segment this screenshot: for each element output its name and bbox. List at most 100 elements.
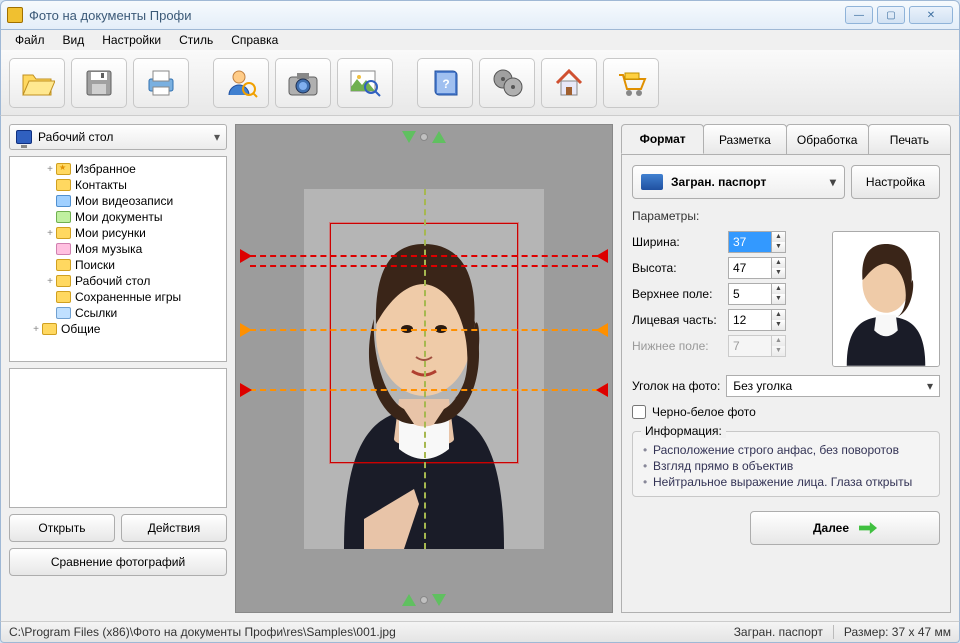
- info-box: Информация: Расположение строго анфас, б…: [632, 431, 940, 497]
- source-photo: [304, 189, 544, 549]
- spin-up[interactable]: ▲: [771, 284, 785, 294]
- toolbar-help[interactable]: ?: [417, 58, 473, 108]
- movie-reel-icon: [489, 65, 525, 101]
- open-button[interactable]: Открыть: [9, 514, 115, 542]
- preset-settings-button[interactable]: Настройка: [851, 165, 940, 199]
- toolbar-save[interactable]: [71, 58, 127, 108]
- save-icon: [81, 65, 117, 101]
- top-resize-handle[interactable]: [402, 131, 446, 143]
- tree-item[interactable]: +Избранное: [10, 161, 226, 177]
- tree-item[interactable]: Мои видеозаписи: [10, 193, 226, 209]
- label-bottom-margin: Нижнее поле:: [632, 339, 728, 353]
- marker-red-left-2[interactable]: [240, 383, 252, 397]
- preset-label: Загран. паспорт: [671, 175, 766, 189]
- vertical-center-guide: [424, 189, 426, 549]
- label-corner: Уголок на фото:: [632, 379, 720, 393]
- toolbar-zoom-image[interactable]: [337, 58, 393, 108]
- tab-format[interactable]: Формат: [621, 124, 704, 154]
- marker-red-right-2[interactable]: [596, 383, 608, 397]
- menu-help[interactable]: Справка: [223, 31, 286, 49]
- status-preset: Загран. паспорт: [734, 625, 823, 639]
- info-title: Информация:: [641, 424, 726, 438]
- compare-photos-button[interactable]: Сравнение фотографий: [9, 548, 227, 576]
- width-spinner[interactable]: ▲▼: [728, 231, 786, 253]
- menu-view[interactable]: Вид: [55, 31, 93, 49]
- marker-red-left[interactable]: [240, 249, 252, 263]
- toolbar-user-edit[interactable]: [213, 58, 269, 108]
- maximize-button[interactable]: ▢: [877, 6, 905, 24]
- close-button[interactable]: ✕: [909, 6, 953, 24]
- marker-orange-left-1[interactable]: [240, 323, 252, 337]
- tree-item[interactable]: Поиски: [10, 257, 226, 273]
- actions-button[interactable]: Действия: [121, 514, 227, 542]
- tree-item[interactable]: Сохраненные игры: [10, 289, 226, 305]
- photo-canvas[interactable]: [235, 124, 613, 613]
- spin-down[interactable]: ▼: [771, 268, 785, 278]
- main-area: Рабочий стол ▾ +Избранное Контакты Мои в…: [0, 116, 960, 621]
- chevron-down-icon: ▾: [830, 175, 836, 189]
- bottom-resize-handle[interactable]: [402, 594, 446, 606]
- bw-checkbox[interactable]: [632, 405, 646, 419]
- toolbar-open-folder[interactable]: [9, 58, 65, 108]
- corner-select[interactable]: Без уголка ▾: [726, 375, 940, 397]
- label-height: Высота:: [632, 261, 728, 275]
- height-spinner[interactable]: ▲▼: [728, 257, 786, 279]
- folder-icon: [56, 259, 71, 271]
- spin-up[interactable]: ▲: [771, 310, 785, 320]
- tab-processing[interactable]: Обработка: [786, 124, 869, 154]
- corner-value: Без уголка: [733, 379, 792, 393]
- menu-settings[interactable]: Настройки: [94, 31, 169, 49]
- width-input[interactable]: [729, 232, 771, 252]
- tree-item[interactable]: +Общие: [10, 321, 226, 337]
- spin-up[interactable]: ▲: [771, 258, 785, 268]
- folder-icon: [56, 227, 71, 239]
- bottom-margin-input: [729, 336, 771, 356]
- home-icon: [551, 65, 587, 101]
- spin-down[interactable]: ▼: [771, 242, 785, 252]
- tree-item[interactable]: Мои документы: [10, 209, 226, 225]
- window-title: Фото на документы Профи: [29, 8, 845, 23]
- tab-format-content: Загран. паспорт ▾ Настройка Параметры: Ш…: [621, 154, 951, 613]
- marker-orange-right-1[interactable]: [596, 323, 608, 337]
- status-path: C:\Program Files (x86)\Фото на документы…: [9, 625, 396, 639]
- folder-icon: [56, 243, 71, 255]
- spin-down[interactable]: ▼: [771, 320, 785, 330]
- info-item: Нейтральное выражение лица. Глаза открыт…: [641, 474, 931, 490]
- guide-top-head: [250, 255, 598, 257]
- open-folder-icon: [19, 65, 55, 101]
- marker-red-right[interactable]: [596, 249, 608, 263]
- folder-tree[interactable]: +Избранное Контакты Мои видеозаписи Мои …: [9, 156, 227, 362]
- toolbar-camera[interactable]: [275, 58, 331, 108]
- settings-panel: Формат Разметка Обработка Печать Загран.…: [621, 124, 951, 613]
- spin-down[interactable]: ▼: [771, 294, 785, 304]
- label-top-margin: Верхнее поле:: [632, 287, 728, 301]
- face-spinner[interactable]: ▲▼: [728, 309, 786, 331]
- spin-up[interactable]: ▲: [771, 232, 785, 242]
- next-button[interactable]: Далее: [750, 511, 940, 545]
- status-bar: C:\Program Files (x86)\Фото на документы…: [0, 621, 960, 643]
- top-margin-input[interactable]: [729, 284, 771, 304]
- height-input[interactable]: [729, 258, 771, 278]
- info-item: Взгляд прямо в объектив: [641, 458, 931, 474]
- title-bar: Фото на документы Профи ― ▢ ✕: [0, 0, 960, 30]
- label-width: Ширина:: [632, 235, 728, 249]
- menu-style[interactable]: Стиль: [171, 31, 221, 49]
- toolbar-home[interactable]: [541, 58, 597, 108]
- format-preset-select[interactable]: Загран. паспорт ▾: [632, 165, 845, 199]
- toolbar-print[interactable]: [133, 58, 189, 108]
- toolbar-video[interactable]: [479, 58, 535, 108]
- tab-layout[interactable]: Разметка: [703, 124, 786, 154]
- tree-item[interactable]: Моя музыка: [10, 241, 226, 257]
- face-input[interactable]: [729, 310, 771, 330]
- bw-label: Черно-белое фото: [652, 405, 756, 419]
- toolbar-cart[interactable]: [603, 58, 659, 108]
- top-margin-spinner[interactable]: ▲▼: [728, 283, 786, 305]
- tab-print[interactable]: Печать: [868, 124, 951, 154]
- tree-item[interactable]: Контакты: [10, 177, 226, 193]
- tree-item[interactable]: +Мои рисунки: [10, 225, 226, 241]
- menu-file[interactable]: Файл: [7, 31, 53, 49]
- tree-item[interactable]: Ссылки: [10, 305, 226, 321]
- tree-item[interactable]: +Рабочий стол: [10, 273, 226, 289]
- minimize-button[interactable]: ―: [845, 6, 873, 24]
- drive-selector[interactable]: Рабочий стол ▾: [9, 124, 227, 150]
